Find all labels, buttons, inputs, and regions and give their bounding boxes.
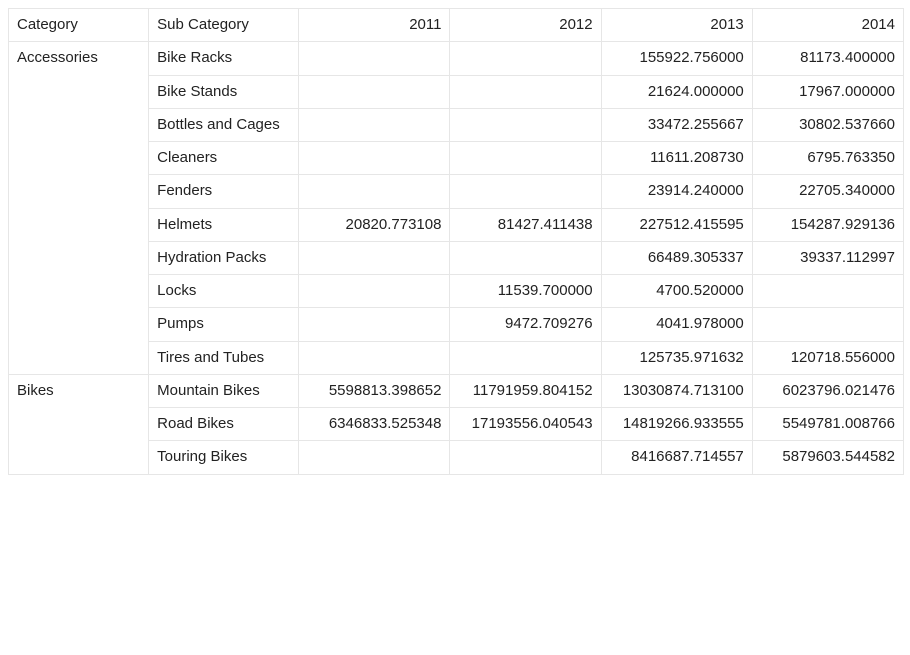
header-2014: 2014 xyxy=(752,9,903,42)
header-2013: 2013 xyxy=(601,9,752,42)
value-cell: 4700.520000 xyxy=(601,275,752,308)
value-cell xyxy=(299,108,450,141)
value-cell: 23914.240000 xyxy=(601,175,752,208)
value-cell: 120718.556000 xyxy=(752,341,903,374)
subcategory-cell: Bike Stands xyxy=(149,75,299,108)
value-cell xyxy=(450,108,601,141)
value-cell: 6023796.021476 xyxy=(752,374,903,407)
value-cell: 5598813.398652 xyxy=(299,374,450,407)
value-cell: 14819266.933555 xyxy=(601,408,752,441)
value-cell xyxy=(299,441,450,474)
table-row: AccessoriesBike Racks155922.75600081173.… xyxy=(9,42,904,75)
subcategory-cell: Bottles and Cages xyxy=(149,108,299,141)
value-cell: 17193556.040543 xyxy=(450,408,601,441)
value-cell: 11539.700000 xyxy=(450,275,601,308)
header-subcategory: Sub Category xyxy=(149,9,299,42)
value-cell: 154287.929136 xyxy=(752,208,903,241)
value-cell xyxy=(299,275,450,308)
value-cell xyxy=(450,341,601,374)
value-cell xyxy=(299,308,450,341)
subcategory-cell: Fenders xyxy=(149,175,299,208)
subcategory-cell: Bike Racks xyxy=(149,42,299,75)
pivot-table: Category Sub Category 2011 2012 2013 201… xyxy=(8,8,904,475)
value-cell: 17967.000000 xyxy=(752,75,903,108)
value-cell: 30802.537660 xyxy=(752,108,903,141)
subcategory-cell: Mountain Bikes xyxy=(149,374,299,407)
subcategory-cell: Tires and Tubes xyxy=(149,341,299,374)
header-2011: 2011 xyxy=(299,9,450,42)
value-cell: 6346833.525348 xyxy=(299,408,450,441)
value-cell: 5879603.544582 xyxy=(752,441,903,474)
subcategory-cell: Helmets xyxy=(149,208,299,241)
value-cell xyxy=(450,142,601,175)
value-cell xyxy=(299,341,450,374)
value-cell xyxy=(752,275,903,308)
value-cell: 125735.971632 xyxy=(601,341,752,374)
value-cell: 66489.305337 xyxy=(601,241,752,274)
category-cell: Bikes xyxy=(9,374,149,474)
value-cell: 6795.763350 xyxy=(752,142,903,175)
value-cell xyxy=(299,142,450,175)
table-body: AccessoriesBike Racks 155922.75600081173.… xyxy=(9,42,904,474)
value-cell xyxy=(450,441,601,474)
value-cell: 81427.411438 xyxy=(450,208,601,241)
value-cell: 22705.340000 xyxy=(752,175,903,208)
value-cell xyxy=(752,308,903,341)
value-cell xyxy=(299,42,450,75)
subcategory-cell: Road Bikes xyxy=(149,408,299,441)
value-cell: 8416687.714557 xyxy=(601,441,752,474)
value-cell xyxy=(299,175,450,208)
header-row: Category Sub Category 2011 2012 2013 201… xyxy=(9,9,904,42)
value-cell: 39337.112997 xyxy=(752,241,903,274)
header-category: Category xyxy=(9,9,149,42)
value-cell: 4041.978000 xyxy=(601,308,752,341)
value-cell: 33472.255667 xyxy=(601,108,752,141)
header-2012: 2012 xyxy=(450,9,601,42)
value-cell: 227512.415595 xyxy=(601,208,752,241)
value-cell: 81173.400000 xyxy=(752,42,903,75)
value-cell: 20820.773108 xyxy=(299,208,450,241)
value-cell: 155922.756000 xyxy=(601,42,752,75)
value-cell: 21624.000000 xyxy=(601,75,752,108)
value-cell xyxy=(450,241,601,274)
value-cell: 11791959.804152 xyxy=(450,374,601,407)
value-cell: 11611.208730 xyxy=(601,142,752,175)
subcategory-cell: Hydration Packs xyxy=(149,241,299,274)
value-cell: 9472.709276 xyxy=(450,308,601,341)
category-cell: Accessories xyxy=(9,42,149,375)
value-cell: 13030874.713100 xyxy=(601,374,752,407)
subcategory-cell: Pumps xyxy=(149,308,299,341)
value-cell xyxy=(299,241,450,274)
value-cell xyxy=(299,75,450,108)
value-cell xyxy=(450,175,601,208)
value-cell xyxy=(450,42,601,75)
subcategory-cell: Cleaners xyxy=(149,142,299,175)
subcategory-cell: Touring Bikes xyxy=(149,441,299,474)
table-row: BikesMountain Bikes5598813.3986521179195… xyxy=(9,374,904,407)
value-cell: 5549781.008766 xyxy=(752,408,903,441)
value-cell xyxy=(450,75,601,108)
subcategory-cell: Locks xyxy=(149,275,299,308)
